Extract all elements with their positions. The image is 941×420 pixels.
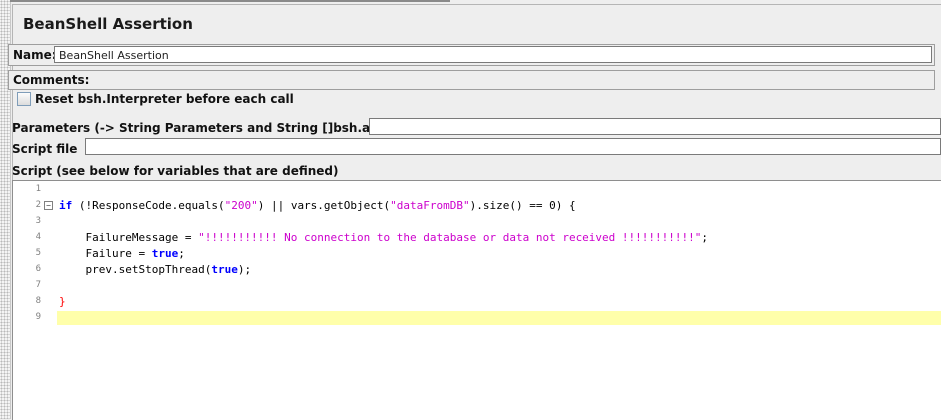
current-line-highlight [57,311,941,325]
line-number: 2 [35,200,41,210]
parameters-label: Parameters (-> String Parameters and Str… [12,121,398,135]
name-field[interactable]: BeanShell Assertion [54,46,932,63]
line-number: 9 [35,312,41,322]
script-label: Script (see below for variables that are… [12,164,339,178]
line-number: 7 [35,280,41,290]
script-file-label: Script file [12,142,78,156]
reset-interpreter-label: Reset bsh.Interpreter before each call [35,92,294,106]
fold-collapse-icon[interactable]: − [44,201,53,210]
script-editor[interactable]: 1 2 3 4 5 6 7 8 9 − if (!ResponseCode.eq… [12,180,941,420]
script-file-field[interactable] [85,138,941,155]
top-divider [10,0,450,2]
line-number: 8 [35,296,41,306]
comments-row: Comments: [8,70,935,90]
code-line-2: if (!ResponseCode.equals("200") || vars.… [59,199,576,212]
line-number: 4 [35,232,41,242]
line-number-gutter: 1 2 3 4 5 6 7 8 9 − [13,181,57,420]
code-line-4: FailureMessage = "!!!!!!!!!!! No connect… [59,231,709,244]
code-line-5: Failure = true; [59,247,185,260]
line-number: 1 [35,184,41,194]
name-row: Name: BeanShell Assertion [8,44,935,66]
code-line-6: prev.setStopThread(true); [59,263,252,276]
page-title: BeanShell Assertion [23,15,193,33]
line-number: 6 [35,264,41,274]
line-number: 5 [35,248,41,258]
line-number: 3 [35,216,41,226]
comments-label: Comments: [13,73,90,87]
parameters-field[interactable] [369,118,941,135]
reset-interpreter-checkbox[interactable] [17,92,31,106]
name-label: Name: [13,48,57,62]
code-line-8: } [59,295,66,308]
